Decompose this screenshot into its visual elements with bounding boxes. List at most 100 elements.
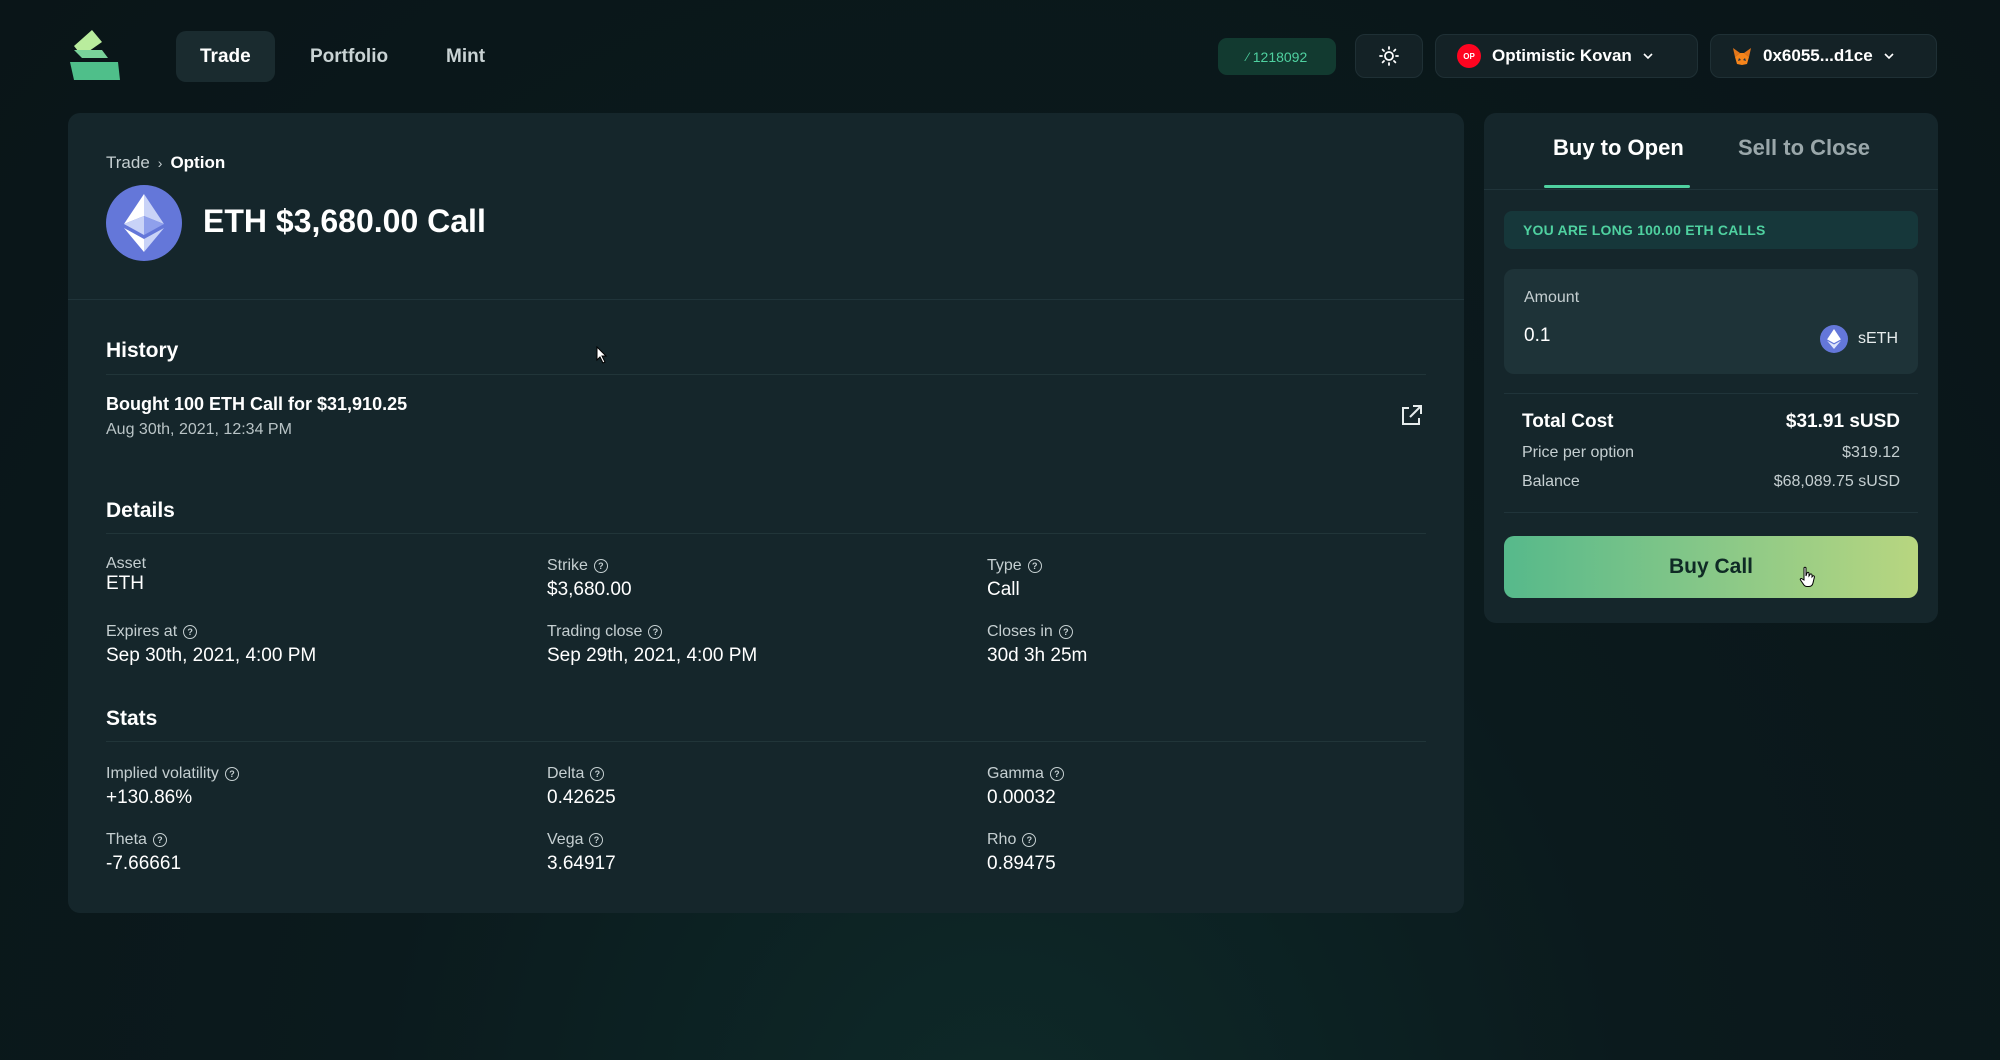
stat-gamma: Gamma? 0.00032 — [987, 765, 1064, 809]
help-icon[interactable]: ? — [593, 559, 608, 573]
wallet-address: 0x6055...d1ce — [1763, 46, 1873, 65]
hand-pointer-icon — [1799, 566, 1815, 587]
help-icon[interactable]: ? — [1027, 559, 1042, 573]
top-nav: Trade Portfolio Mint ⁄ 1218092 OP Optimi… — [0, 0, 2000, 112]
amount-input[interactable] — [1524, 321, 1784, 351]
detail-label: Closes in — [987, 623, 1053, 640]
seth-icon — [1820, 325, 1848, 353]
stat-rho: Rho? 0.89475 — [987, 831, 1056, 875]
theme-toggle-button[interactable] — [1355, 34, 1423, 78]
price-per-option-label: Price per option — [1522, 444, 1635, 461]
page-title: ETH $3,680.00 Call — [203, 203, 486, 239]
stat-label: Implied volatility — [106, 765, 219, 782]
divider — [68, 299, 1464, 300]
external-link-icon[interactable] — [1398, 403, 1424, 429]
details-title: Details — [106, 499, 175, 522]
detail-value: Sep 29th, 2021, 4:00 PM — [547, 645, 758, 666]
price-per-option-row: Price per option $319.12 — [1522, 444, 1900, 462]
stat-delta: Delta? 0.42625 — [547, 765, 616, 809]
stat-vega: Vega? 3.64917 — [547, 831, 616, 875]
chevron-down-icon — [1884, 53, 1894, 60]
help-icon[interactable]: ? — [590, 767, 605, 781]
stat-value: 0.42625 — [547, 787, 616, 808]
stat-label: Theta — [106, 831, 147, 848]
divider — [106, 741, 1426, 742]
balance-label: Balance — [1522, 473, 1580, 490]
optimism-network-icon: OP — [1457, 44, 1481, 68]
total-cost-value: $31.91 sUSD — [1785, 411, 1900, 432]
block-number: 1218092 — [1252, 48, 1308, 65]
history-item-date: Aug 30th, 2021, 12:34 PM — [106, 421, 292, 438]
price-per-option-value: $319.12 — [1842, 444, 1900, 461]
lyra-logo[interactable] — [68, 28, 122, 82]
detail-closes-in: Closes in? 30d 3h 25m — [987, 623, 1087, 667]
total-cost-label: Total Cost — [1522, 411, 1614, 432]
help-icon[interactable]: ? — [183, 625, 198, 639]
block-icon: ⁄ — [1246, 49, 1249, 64]
divider — [106, 374, 1426, 375]
detail-label: Expires at — [106, 623, 178, 640]
stat-label: Delta — [547, 765, 585, 782]
detail-asset: Asset ETH — [106, 555, 146, 595]
trade-form-panel: Buy to Open Sell to Close YOU ARE LONG 1… — [1484, 113, 1938, 623]
wallet-button[interactable]: 0x6055...d1ce — [1710, 34, 1937, 78]
divider — [106, 533, 1426, 534]
divider — [1484, 189, 1938, 190]
stat-label: Rho — [987, 831, 1017, 848]
buy-call-button[interactable]: Buy Call — [1504, 536, 1918, 598]
stat-value: 3.64917 — [547, 853, 616, 874]
history-item-text: Bought 100 ETH Call for $31,910.25 — [106, 394, 408, 414]
breadcrumb-trade-link[interactable]: Trade — [106, 153, 150, 173]
tab-buy-to-open[interactable]: Buy to Open — [1553, 135, 1684, 191]
stat-label: Gamma — [987, 765, 1044, 782]
detail-strike: Strike? $3,680.00 — [547, 557, 632, 601]
stat-implied-volatility: Implied volatility? +130.86% — [106, 765, 239, 809]
tab-sell-to-close[interactable]: Sell to Close — [1738, 135, 1870, 191]
stat-value: 0.89475 — [987, 853, 1056, 874]
detail-expires: Expires at? Sep 30th, 2021, 4:00 PM — [106, 623, 316, 667]
detail-label: Type — [987, 557, 1022, 574]
sun-icon — [1379, 46, 1399, 66]
eth-icon — [106, 185, 182, 261]
detail-value: $3,680.00 — [547, 579, 632, 600]
help-icon[interactable]: ? — [224, 767, 239, 781]
chevron-right-icon: › — [157, 155, 163, 171]
nav-tab-trade[interactable]: Trade — [176, 31, 275, 82]
nav-tab-portfolio[interactable]: Portfolio — [286, 31, 412, 82]
total-cost-row: Total Cost $31.91 sUSD — [1522, 411, 1900, 433]
position-banner: YOU ARE LONG 100.00 ETH CALLS — [1504, 211, 1918, 249]
balance-row: Balance $68,089.75 sUSD — [1522, 473, 1900, 491]
chevron-down-icon — [1643, 53, 1653, 60]
detail-value: Sep 30th, 2021, 4:00 PM — [106, 645, 317, 666]
balance-value: $68,089.75 sUSD — [1773, 473, 1900, 490]
amount-field[interactable]: Amount sETH — [1504, 269, 1918, 374]
stat-label: Vega — [547, 831, 584, 848]
detail-trading-close: Trading close? Sep 29th, 2021, 4:00 PM — [547, 623, 757, 667]
stat-value: -7.66661 — [106, 853, 182, 874]
help-icon[interactable]: ? — [1022, 833, 1037, 847]
option-detail-panel: Trade › Option ETH $3,680.00 Call Histor… — [68, 113, 1464, 913]
stat-value: +130.86% — [106, 787, 193, 808]
mouse-pointer-icon — [596, 346, 608, 364]
amount-unit: sETH — [1820, 325, 1898, 353]
help-icon[interactable]: ? — [1058, 625, 1073, 639]
help-icon[interactable]: ? — [589, 833, 604, 847]
metamask-fox-icon — [1733, 48, 1751, 65]
divider — [1504, 393, 1918, 394]
divider — [1504, 512, 1918, 513]
nav-tab-mint[interactable]: Mint — [422, 31, 509, 82]
stats-title: Stats — [106, 707, 158, 730]
help-icon[interactable]: ? — [1049, 767, 1064, 781]
help-icon[interactable]: ? — [648, 625, 663, 639]
network-selector[interactable]: OP Optimistic Kovan — [1435, 34, 1698, 78]
stat-value: 0.00032 — [987, 787, 1056, 808]
detail-value: 30d 3h 25m — [987, 645, 1088, 666]
detail-label: Trading close — [547, 623, 643, 640]
breadcrumb-current: Option — [170, 153, 226, 172]
amount-unit-label: sETH — [1858, 330, 1898, 347]
breadcrumb: Trade › Option — [106, 153, 225, 173]
detail-type: Type? Call — [987, 557, 1042, 601]
detail-value: Call — [987, 579, 1020, 600]
block-number-badge[interactable]: ⁄ 1218092 — [1218, 38, 1336, 75]
help-icon[interactable]: ? — [152, 833, 167, 847]
